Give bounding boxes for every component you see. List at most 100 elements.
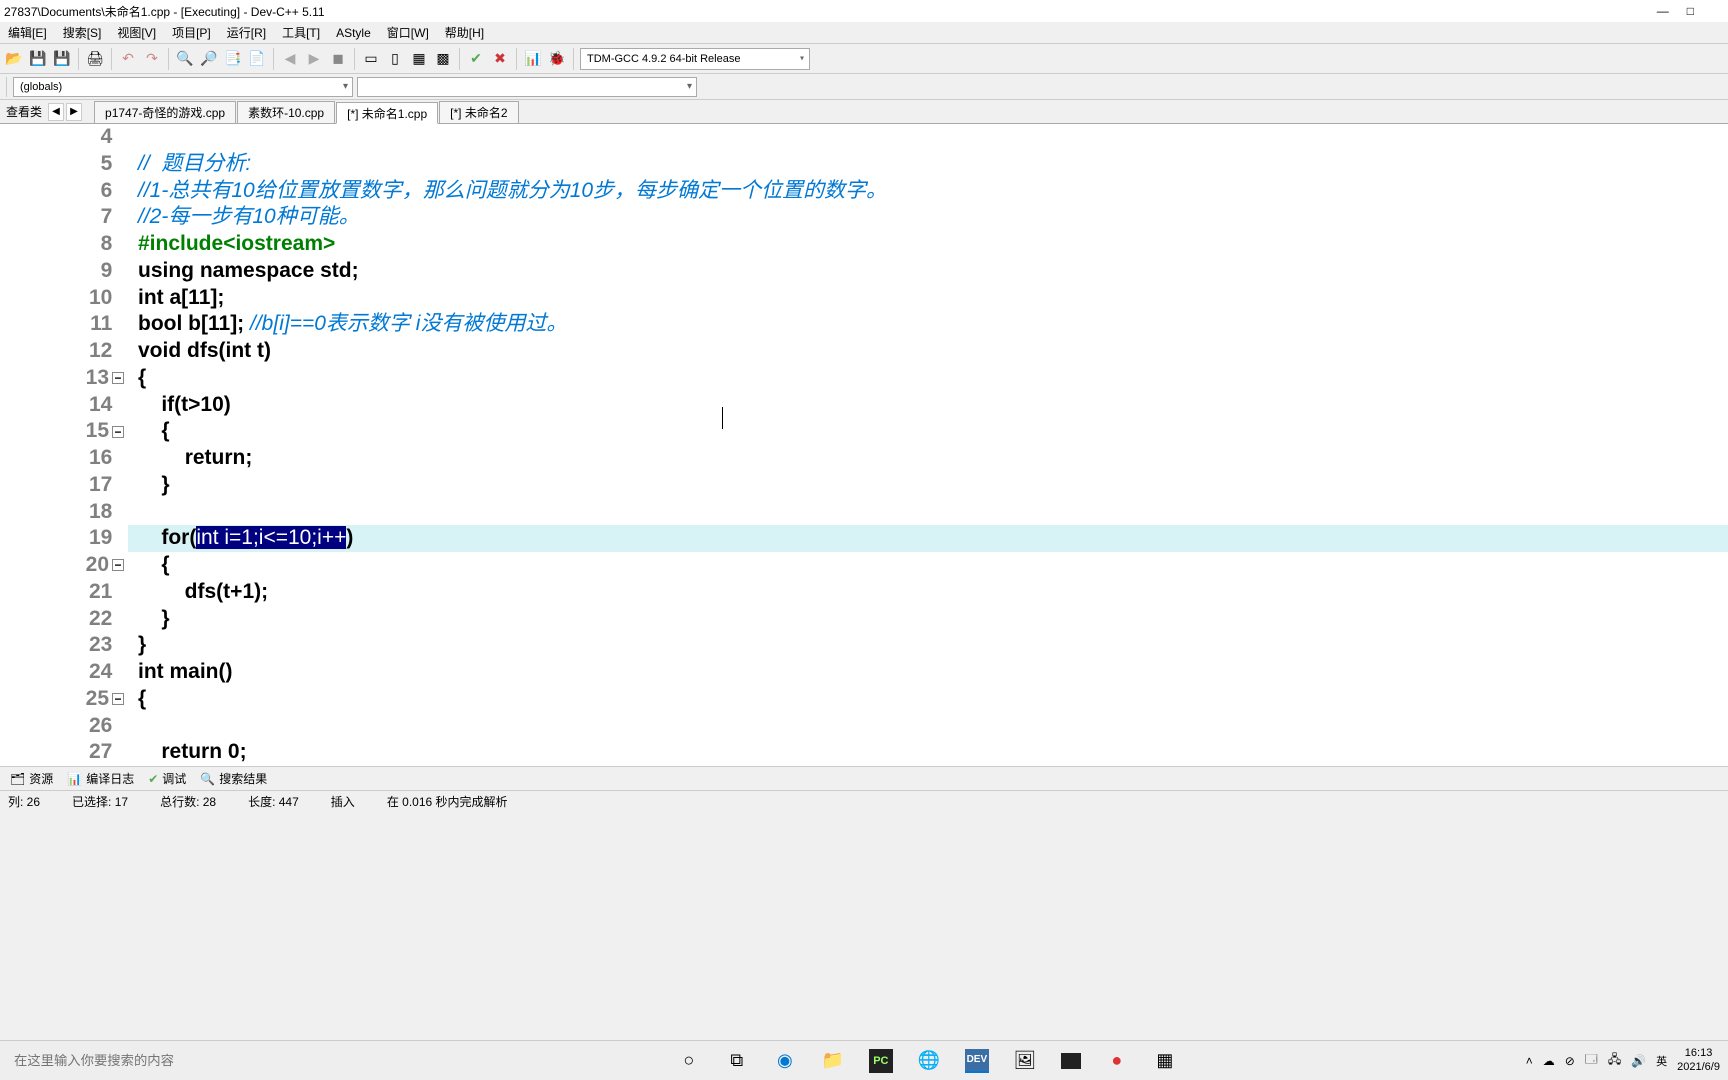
tab-file-3[interactable]: [*] 未命名1.cpp — [336, 102, 438, 124]
redo-icon[interactable]: ↷ — [142, 49, 162, 69]
tab-file-2[interactable]: 素数环-10.cpp — [237, 101, 335, 123]
code-editor[interactable]: 4 5 6 7 8 9 10 11 12 13− 14 15− 16 17 18… — [0, 124, 1728, 766]
minimize-button[interactable]: — — [1657, 4, 1669, 18]
tray-ime[interactable]: 英 — [1656, 1053, 1667, 1069]
layout1-icon[interactable]: ▭ — [361, 49, 381, 69]
find-icon[interactable]: 🔍 — [175, 49, 195, 69]
check-icon[interactable]: ✔ — [466, 49, 486, 69]
check-icon: ✔ — [148, 772, 158, 786]
fwd-icon[interactable]: ▶ — [304, 49, 324, 69]
code-line: return 0; — [128, 739, 1728, 766]
menu-astyle[interactable]: AStyle — [328, 26, 379, 40]
status-lines: 总行数: 28 — [160, 793, 216, 810]
bottom-panel-tabs: 🗂资源 📊编译日志 ✔调试 🔍搜索结果 — [0, 766, 1728, 790]
app-icon[interactable]: 🖼 — [1013, 1049, 1037, 1073]
cortana-icon[interactable]: ○ — [677, 1049, 701, 1073]
code-line: int main() — [128, 659, 1728, 686]
code-line: //2-每一步有10种可能。 — [128, 204, 1728, 231]
menu-help[interactable]: 帮助[H] — [437, 24, 492, 41]
tab-file-4[interactable]: [*] 未命名2 — [439, 101, 518, 123]
menu-window[interactable]: 窗口[W] — [379, 24, 437, 41]
save-icon[interactable]: 💾 — [28, 49, 48, 69]
terminal-icon[interactable] — [1061, 1053, 1081, 1069]
taskview-icon[interactable]: ⧉ — [725, 1049, 749, 1073]
findfiles-icon[interactable]: 📑 — [223, 49, 243, 69]
fold-icon[interactable]: − — [112, 693, 124, 705]
tray-block-icon[interactable]: ⊘ — [1565, 1054, 1575, 1068]
app2-icon[interactable]: ▦ — [1153, 1049, 1177, 1073]
btab-debug[interactable]: ✔调试 — [142, 768, 192, 789]
open-icon[interactable]: 📂 — [4, 49, 24, 69]
devcpp-icon[interactable]: DEV — [965, 1049, 989, 1073]
code-line: // 题目分析: — [128, 151, 1728, 178]
menu-tools[interactable]: 工具[T] — [274, 24, 328, 41]
layout3-icon[interactable]: ▦ — [409, 49, 429, 69]
edge-icon[interactable]: ◉ — [773, 1049, 797, 1073]
code-line: { — [128, 552, 1728, 579]
goto-icon[interactable]: 📄 — [247, 49, 267, 69]
windows-taskbar: ○ ⧉ ◉ 📁 PC 🌐 DEV 🖼 ● ▦ ˄ ☁ ⊘ 🗔 🖧 🔊 英 16:… — [0, 1040, 1728, 1080]
code-area[interactable]: // 题目分析: //1-总共有10给位置放置数字，那么问题就分为10步，每步确… — [128, 124, 1728, 766]
print-icon[interactable]: 🖨 — [85, 49, 105, 69]
member-select[interactable] — [357, 77, 697, 97]
btab-compile-log[interactable]: 📊编译日志 — [61, 768, 140, 789]
search-icon: 🔍 — [200, 772, 215, 786]
fold-icon[interactable]: − — [112, 372, 124, 384]
replace-icon[interactable]: 🔎 — [199, 49, 219, 69]
pycharm-icon[interactable]: PC — [869, 1049, 893, 1073]
tray-network-icon[interactable]: 🖧 — [1608, 1050, 1621, 1071]
main-toolbar: 📂 💾 💾 🖨 ↶ ↷ 🔍 🔎 📑 📄 ◀ ▶ ◼ ▭ ▯ ▦ ▩ ✔ ✖ 📊 … — [0, 44, 1728, 74]
tab-file-1[interactable]: p1747-奇怪的游戏.cpp — [94, 101, 236, 123]
selection: int i=1;i<=10;i++ — [196, 526, 346, 549]
chart-icon: 📊 — [67, 772, 82, 786]
status-parse: 在 0.016 秒内完成解析 — [387, 793, 508, 810]
code-line-current: for(int i=1;i<=10;i++) — [128, 525, 1728, 552]
menu-project[interactable]: 项目[P] — [164, 24, 219, 41]
back-icon[interactable]: ◀ — [280, 49, 300, 69]
tray-up-icon[interactable]: ˄ — [1526, 1054, 1533, 1068]
saveall-icon[interactable]: 💾 — [52, 49, 72, 69]
explorer-icon[interactable]: 📁 — [821, 1049, 845, 1073]
menu-run[interactable]: 运行[R] — [219, 24, 274, 41]
code-line: #include<iostream> — [128, 231, 1728, 258]
menu-view[interactable]: 视图[V] — [109, 24, 164, 41]
chrome-icon[interactable]: 🌐 — [917, 1049, 941, 1073]
record-icon[interactable]: ● — [1105, 1049, 1129, 1073]
tray-onedrive-icon[interactable]: ☁ — [1543, 1054, 1555, 1068]
tray-volume-icon[interactable]: 🔊 — [1631, 1054, 1646, 1068]
debug-icon[interactable]: 🐞 — [547, 49, 567, 69]
tray-clock[interactable]: 16:13 2021/6/9 — [1677, 1047, 1720, 1073]
tray-battery-icon[interactable]: 🗔 — [1585, 1050, 1598, 1071]
code-line: return; — [128, 445, 1728, 472]
title-bar: 27837\Documents\未命名1.cpp - [Executing] -… — [0, 0, 1728, 22]
code-line: } — [128, 632, 1728, 659]
fold-icon[interactable]: − — [112, 426, 124, 438]
cross-icon[interactable]: ✖ — [490, 49, 510, 69]
maximize-button[interactable]: □ — [1687, 4, 1694, 18]
scope-select[interactable]: (globals) — [13, 77, 353, 97]
code-line: { — [128, 365, 1728, 392]
menu-search[interactable]: 搜索[S] — [55, 24, 110, 41]
tab-next-button[interactable]: ▶ — [66, 103, 82, 121]
file-tabbar: 查看类 ◀ ▶ p1747-奇怪的游戏.cpp 素数环-10.cpp [*] 未… — [0, 100, 1728, 124]
menu-edit[interactable]: 编辑[E] — [0, 24, 55, 41]
code-line: dfs(t+1); — [128, 579, 1728, 606]
fold-icon[interactable]: − — [112, 559, 124, 571]
code-line: } — [128, 472, 1728, 499]
title-text: 27837\Documents\未命名1.cpp - [Executing] -… — [4, 3, 325, 20]
undo-icon[interactable]: ↶ — [118, 49, 138, 69]
compiler-select[interactable]: TDM-GCC 4.9.2 64-bit Release — [580, 48, 810, 70]
btab-resources[interactable]: 🗂资源 — [4, 768, 59, 789]
code-line: { — [128, 418, 1728, 445]
layout2-icon[interactable]: ▯ — [385, 49, 405, 69]
stop-icon[interactable]: ◼ — [328, 49, 348, 69]
code-line — [128, 499, 1728, 526]
tab-prev-button[interactable]: ◀ — [48, 103, 64, 121]
class-view-label[interactable]: 查看类 — [0, 103, 48, 120]
layout4-icon[interactable]: ▩ — [433, 49, 453, 69]
taskbar-search-input[interactable] — [8, 1053, 288, 1068]
text-cursor — [722, 407, 723, 429]
status-selection: 已选择: 17 — [72, 793, 128, 810]
btab-search-results[interactable]: 🔍搜索结果 — [194, 768, 273, 789]
profile-icon[interactable]: 📊 — [523, 49, 543, 69]
